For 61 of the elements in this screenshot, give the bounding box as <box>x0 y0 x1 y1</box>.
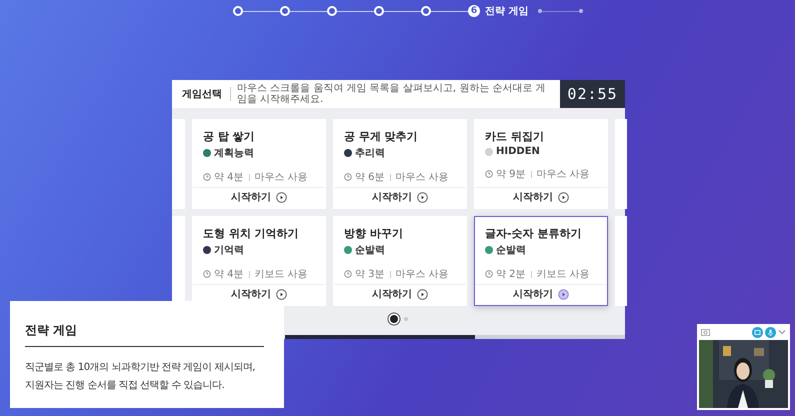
clock-icon <box>203 270 211 278</box>
play-icon <box>558 192 569 202</box>
skill-label: 추리력 <box>355 147 385 160</box>
duration-text: 약 4분 <box>214 171 244 184</box>
clock-icon <box>203 173 211 181</box>
clock-icon <box>344 270 352 278</box>
game-title: 카드 뒤집기 <box>485 129 545 144</box>
game-card[interactable]: 방향 바꾸기 순발력 약 3분 마우스 사용 시작하기 <box>333 216 467 306</box>
skill-label: 계획능력 <box>214 147 254 160</box>
start-button[interactable]: 시작하기 <box>513 190 569 204</box>
duration-text: 약 3분 <box>355 268 385 281</box>
input-text: 마우스 사용 <box>254 171 308 184</box>
input-text: 마우스 사용 <box>396 268 449 281</box>
game-card[interactable]: 카드 뒤집기 HIDDEN 약 9분 마우스 사용 시작하기 <box>474 119 608 209</box>
game-title: 공 탑 쌓기 <box>203 129 256 144</box>
input-text: 키보드 사용 <box>254 268 308 281</box>
scroll-bar[interactable] <box>285 335 625 339</box>
input-text: 마우스 사용 <box>396 171 449 184</box>
page-dot[interactable] <box>404 316 408 320</box>
duration-text: 약 6분 <box>355 171 385 184</box>
start-button[interactable]: 시작하기 <box>513 287 569 301</box>
step-number: 6 <box>468 5 480 17</box>
input-text: 마우스 사용 <box>536 168 590 181</box>
game-title: 글자-숫자 분류하기 <box>485 226 582 241</box>
instruction-text: 마우스 스크롤을 움직여 게임 목록을 살펴보시고, 원하는 순서대로 게임을 시작해주세요. <box>236 83 547 105</box>
clock-icon <box>344 173 352 181</box>
play-icon <box>417 192 428 202</box>
skill-label: HIDDEN <box>496 146 540 157</box>
microphone-icon[interactable] <box>765 326 776 338</box>
panel-title: 게임선택 <box>172 87 231 101</box>
play-icon <box>558 288 569 300</box>
skill-label: 기억력 <box>214 244 244 257</box>
game-title: 도형 위치 기억하기 <box>203 226 300 241</box>
chevron-down-icon[interactable] <box>778 329 786 335</box>
play-icon <box>276 192 287 202</box>
duration-text: 약 2분 <box>496 268 526 281</box>
game-title: 방향 바꾸기 <box>344 226 404 241</box>
game-card[interactable]: 도형 위치 기억하기 기억력 약 4분 키보드 사용 시작하기 <box>192 216 326 306</box>
clock-icon <box>485 270 493 278</box>
skill-label: 순발력 <box>355 244 385 257</box>
game-card[interactable]: 공 탑 쌓기 계획능력 약 4분 마우스 사용 시작하기 <box>192 119 326 209</box>
game-card[interactable]: 공 무게 맞추기 추리력 약 6분 마우스 사용 시작하기 <box>333 119 467 209</box>
page-dot[interactable] <box>390 314 398 322</box>
start-button[interactable]: 시작하기 <box>231 287 287 301</box>
start-button[interactable]: 시작하기 <box>372 190 428 204</box>
game-card[interactable]: 글자-숫자 분류하기 순발력 약 2분 키보드 사용 시작하기 <box>474 216 608 306</box>
play-icon <box>417 288 428 300</box>
skill-label: 순발력 <box>496 244 526 257</box>
clock-icon <box>485 170 493 178</box>
info-text: 직군별로 총 10개의 뇌과학기반 전략 게임이 제시되며, 지원자는 진행 순서를 직접 선택할 수 있습니다. <box>25 361 256 393</box>
step-label: 전략 게임 <box>485 5 528 18</box>
input-text: 키보드 사용 <box>536 268 590 281</box>
start-button[interactable]: 시작하기 <box>372 287 428 301</box>
info-title: 전략 게임 <box>25 322 264 347</box>
camera-icon[interactable] <box>701 328 710 336</box>
screen-icon[interactable] <box>752 326 763 338</box>
start-button[interactable]: 시작하기 <box>231 190 287 204</box>
duration-text: 약 9분 <box>496 168 526 181</box>
game-title: 공 무게 맞추기 <box>344 129 419 144</box>
duration-text: 약 4분 <box>214 268 244 281</box>
countdown-timer: 02:55 <box>560 80 625 108</box>
